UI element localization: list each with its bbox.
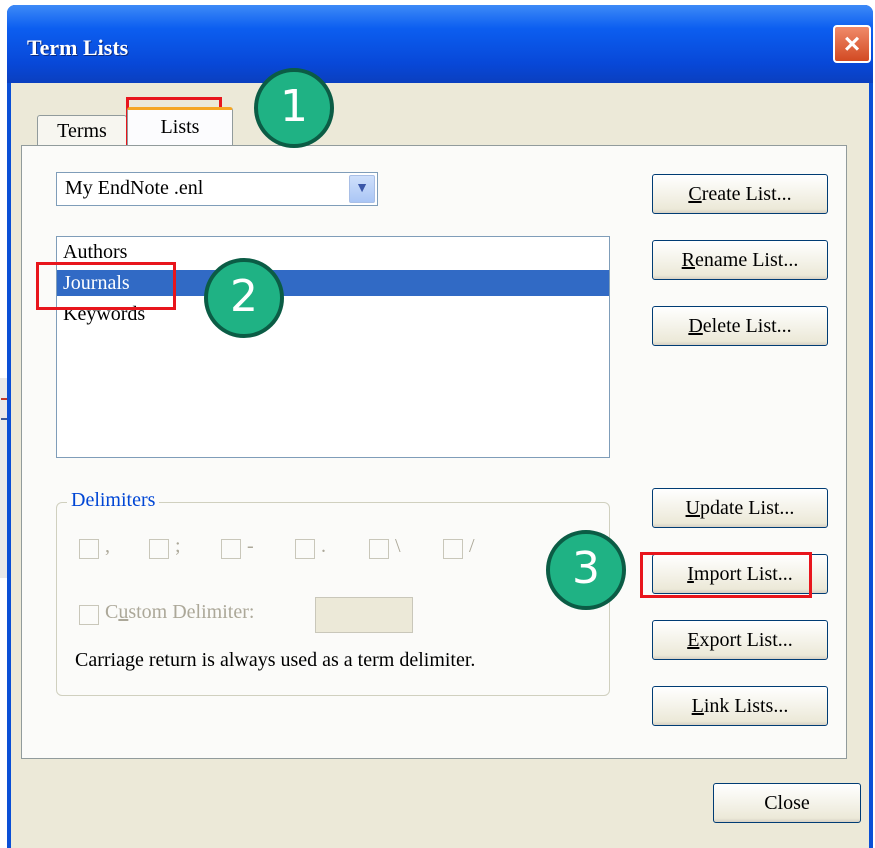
tab-lists[interactable]: Lists <box>127 107 233 145</box>
annotation-highlight-journals <box>36 262 176 310</box>
delimiter-semicolon-label: ; <box>175 535 181 557</box>
window-title: Term Lists <box>27 35 129 60</box>
dialog-client-area: Terms Lists My EndNote .enl ▼ Authors Jo… <box>11 83 869 848</box>
step-3-badge: 3 <box>546 530 626 610</box>
delete-list-button[interactable]: Delete List... <box>652 306 828 346</box>
close-button[interactable]: Close <box>713 783 861 823</box>
delimiter-dash-label: - <box>247 535 254 557</box>
delimiter-period-checkbox[interactable] <box>295 539 315 559</box>
delimiters-legend: Delimiters <box>67 489 160 512</box>
library-select[interactable]: My EndNote .enl ▼ <box>56 172 378 206</box>
step-2-badge: 2 <box>204 258 284 338</box>
delimiter-slash-checkbox[interactable] <box>443 539 463 559</box>
delimiter-slash-label: / <box>469 535 475 557</box>
lists-tab-panel: My EndNote .enl ▼ Authors Journals Keywo… <box>21 145 847 759</box>
custom-delimiter-input[interactable] <box>315 597 413 633</box>
step-1-badge: 1 <box>254 68 334 148</box>
link-lists-button[interactable]: Link Lists... <box>652 686 828 726</box>
title-bar[interactable]: Term Lists × <box>7 5 873 83</box>
term-lists-dialog: Term Lists × Terms Lists My EndNote .enl… <box>7 5 873 848</box>
delimiter-comma-label: , <box>105 535 110 557</box>
custom-delimiter-label: Custom Delimiter: <box>105 601 255 623</box>
chevron-down-icon[interactable]: ▼ <box>349 175 375 203</box>
tab-terms[interactable]: Terms <box>37 115 127 145</box>
delimiter-period-label: . <box>321 535 326 557</box>
rename-list-button[interactable]: Rename List... <box>652 240 828 280</box>
delimiter-backslash-label: \ <box>395 535 401 557</box>
delimiters-group: Delimiters , ; - . \ / Custom Delimiter:… <box>56 489 610 696</box>
delimiter-semicolon-checkbox[interactable] <box>149 539 169 559</box>
export-list-button[interactable]: Export List... <box>652 620 828 660</box>
create-list-button[interactable]: Create List... <box>652 174 828 214</box>
delimiter-note: Carriage return is always used as a term… <box>75 649 476 671</box>
delimiter-dash-checkbox[interactable] <box>221 539 241 559</box>
custom-delimiter-checkbox[interactable] <box>79 605 99 625</box>
annotation-highlight-import <box>640 552 812 598</box>
close-icon[interactable]: × <box>833 25 871 63</box>
delimiter-comma-checkbox[interactable] <box>79 539 99 559</box>
delimiter-backslash-checkbox[interactable] <box>369 539 389 559</box>
library-select-value: My EndNote .enl <box>65 177 204 199</box>
update-list-button[interactable]: Update List... <box>652 488 828 528</box>
